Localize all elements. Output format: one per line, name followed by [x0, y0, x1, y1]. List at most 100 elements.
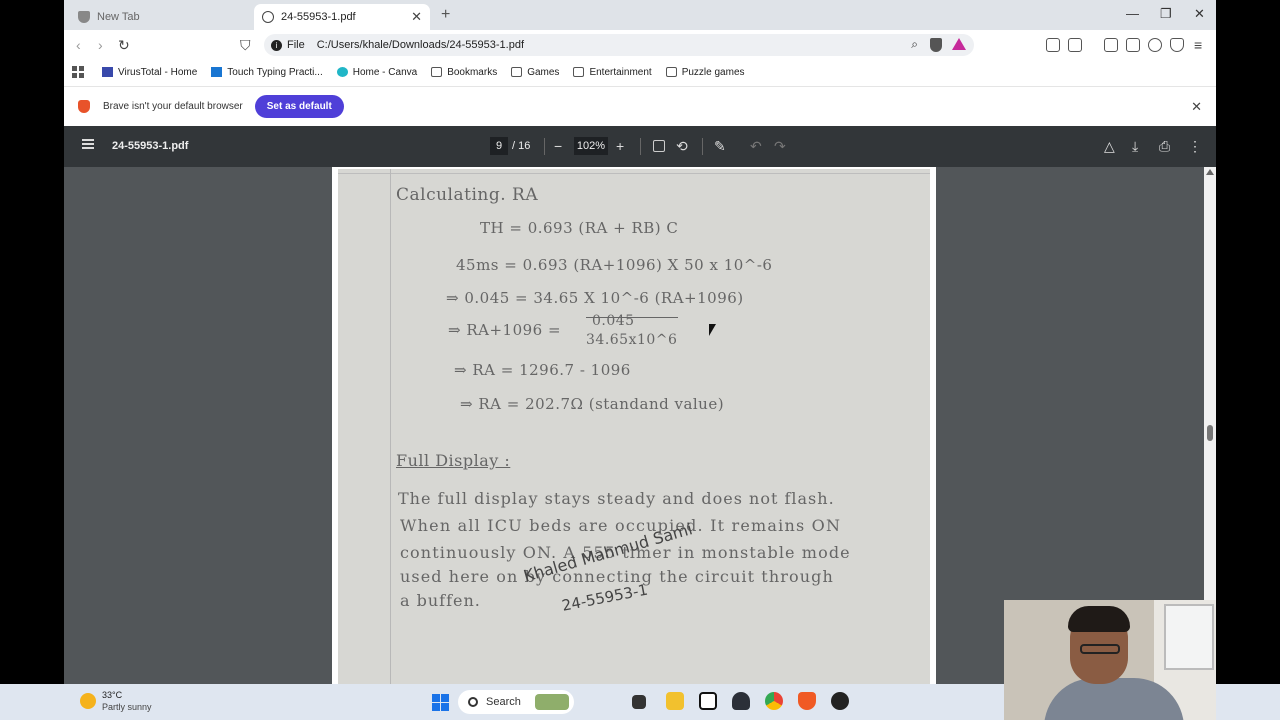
weather-condition: Partly sunny	[102, 702, 152, 712]
tab-pdf[interactable]: 24-55953-1.pdf ✕	[254, 4, 430, 30]
mouse-cursor	[709, 324, 716, 336]
scroll-up-icon[interactable]	[1206, 169, 1214, 175]
bookmark-folder-bookmarks[interactable]: Bookmarks	[431, 67, 497, 78]
extensions-icon[interactable]	[1046, 38, 1060, 52]
search-icon	[468, 697, 478, 707]
partly-sunny-icon	[80, 693, 96, 709]
default-browser-infobar: Brave isn't your default browser Set as …	[64, 86, 1216, 126]
redo-icon[interactable]: ↷	[774, 138, 786, 155]
close-window-button[interactable]: ✕	[1194, 6, 1205, 22]
minimize-button[interactable]: —	[1126, 6, 1139, 21]
fraction-denominator: 34.65x10^6	[586, 332, 678, 348]
bookmark-folder-games[interactable]: Games	[511, 67, 559, 78]
handwritten-line: a buffen.	[400, 591, 481, 610]
taskbar-search[interactable]: Search	[458, 690, 574, 714]
pdf-page: Calculating. RA TH = 0.693 (RA + RB) C 4…	[332, 167, 936, 684]
canva-icon	[336, 67, 348, 77]
close-infobar-icon[interactable]: ✕	[1191, 99, 1202, 115]
zoom-icon[interactable]: ⌕	[911, 37, 918, 52]
leo-ai-icon[interactable]	[1148, 38, 1162, 52]
app-icon[interactable]	[732, 692, 750, 710]
brave-icon[interactable]	[798, 692, 816, 710]
drive-icon[interactable]: △	[1104, 138, 1115, 155]
pdf-menu-icon[interactable]	[82, 139, 94, 149]
address-bar[interactable]: i File C:/Users/khale/Downloads/24-55953…	[264, 34, 974, 56]
page-number-input[interactable]: 9	[490, 137, 508, 155]
fit-page-icon[interactable]	[653, 140, 665, 152]
webcam-person-hair	[1068, 606, 1130, 632]
bookmark-folder-puzzle-games[interactable]: Puzzle games	[665, 67, 745, 78]
bookmarks-bar: VirusTotal - Home Touch Typing Practi...…	[64, 60, 1216, 84]
brave-shield-icon	[78, 11, 90, 23]
notion-icon[interactable]	[699, 692, 717, 710]
sidebar-icon[interactable]	[1104, 38, 1118, 52]
tab-strip: New Tab 24-55953-1.pdf ✕ + — ❐ ✕	[64, 0, 1216, 30]
fraction-numerator: 0.045	[592, 313, 635, 329]
scheme-label: File	[287, 39, 305, 51]
weather-temp: 33°C	[102, 690, 123, 700]
undo-icon[interactable]: ↶	[750, 138, 762, 155]
handwritten-page-photo: Calculating. RA TH = 0.693 (RA + RB) C 4…	[338, 169, 930, 684]
zoom-input[interactable]: 102%	[574, 137, 608, 155]
bookmark-canva[interactable]: Home - Canva	[336, 67, 417, 78]
page-total: / 16	[512, 140, 531, 152]
handwritten-line: ⇒ RA+1096 =	[448, 321, 562, 339]
restore-button[interactable]: ❐	[1160, 6, 1172, 22]
download-icon[interactable]: ⤓	[1132, 138, 1138, 155]
bookmark-virustotal[interactable]: VirusTotal - Home	[102, 67, 197, 78]
brave-shields-icon[interactable]	[930, 38, 942, 52]
vpn-icon[interactable]	[1170, 38, 1184, 52]
folder-icon	[511, 67, 523, 77]
brave-logo-icon	[78, 100, 90, 113]
back-button[interactable]: ‹	[76, 37, 81, 53]
infobar-message: Brave isn't your default browser	[103, 101, 243, 112]
typing-icon	[211, 67, 223, 77]
scroll-thumb[interactable]	[1207, 425, 1213, 441]
zoom-in-button[interactable]: +	[616, 138, 624, 154]
annotate-icon[interactable]: ✎	[714, 138, 726, 155]
tab-title: 24-55953-1.pdf	[281, 11, 356, 23]
chrome-icon[interactable]	[765, 692, 783, 710]
task-view-icon[interactable]	[632, 695, 646, 709]
bookmark-page-icon[interactable]: ⛉	[240, 37, 251, 54]
file-explorer-icon[interactable]	[666, 692, 684, 710]
wallet-icon[interactable]	[1126, 38, 1140, 52]
handwritten-line: ⇒ RA = 202.7Ω (standand value)	[460, 395, 725, 413]
brave-rewards-icon[interactable]	[952, 38, 966, 50]
menu-icon[interactable]: ≡	[1194, 37, 1202, 53]
more-options-icon[interactable]: ⋮	[1188, 138, 1202, 155]
print-icon[interactable]: ⎙	[1159, 138, 1170, 155]
handwritten-line: ⇒ 0.045 = 34.65 X 10^-6 (RA+1096)	[446, 289, 744, 307]
zoom-out-button[interactable]: −	[554, 138, 562, 154]
info-icon[interactable]: i	[271, 39, 282, 51]
search-highlight-icon	[534, 694, 569, 710]
webcam-window	[1164, 604, 1214, 670]
bookmark-touch-typing[interactable]: Touch Typing Practi...	[211, 67, 323, 78]
desktop-screen: New Tab 24-55953-1.pdf ✕ + — ❐ ✕ ‹ › ↻ ⛉…	[0, 0, 1280, 720]
reload-button[interactable]: ↻	[118, 37, 130, 54]
new-tab-button[interactable]: +	[441, 6, 450, 24]
address-bar-row: ‹ › ↻ ⛉ i File C:/Users/khale/Downloads/…	[64, 30, 1216, 60]
url-text[interactable]: C:/Users/khale/Downloads/24-55953-1.pdf	[317, 39, 524, 51]
handwritten-line: The full display stays steady and does n…	[398, 489, 835, 508]
apps-grid-icon[interactable]	[72, 66, 84, 78]
weather-widget[interactable]: 33°C Partly sunny	[80, 689, 152, 713]
divider	[544, 138, 545, 155]
windows-start-icon[interactable]	[432, 694, 449, 711]
forward-button[interactable]: ›	[98, 37, 103, 53]
search-label: Search	[486, 696, 521, 708]
folder-icon	[431, 67, 443, 77]
divider	[702, 138, 703, 155]
tab-new-tab[interactable]: New Tab	[70, 4, 250, 30]
margin-line	[390, 169, 391, 684]
set-as-default-button[interactable]: Set as default	[254, 95, 344, 118]
rotate-icon[interactable]: ⟲	[676, 138, 688, 155]
close-tab-icon[interactable]: ✕	[411, 9, 422, 25]
ruled-line	[338, 173, 930, 174]
divider	[640, 138, 641, 155]
bookmark-folder-entertainment[interactable]: Entertainment	[573, 67, 652, 78]
screenshot-icon[interactable]	[1068, 38, 1082, 52]
handwritten-line: When all ICU beds are occupied. It remai…	[400, 516, 842, 535]
obs-icon[interactable]	[831, 692, 849, 710]
handwritten-line: Calculating. RA	[396, 185, 539, 205]
